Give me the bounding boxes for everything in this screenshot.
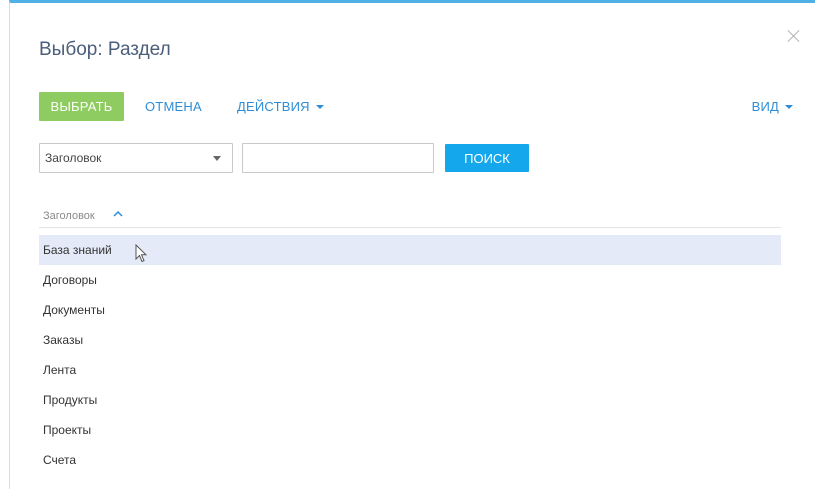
dropdown-arrow-icon <box>213 156 221 161</box>
row-title: Проекты <box>43 423 92 437</box>
grid-rows: База знаний Договоры Документы Заказы Ле… <box>39 235 781 475</box>
dialog-title: Выбор: Раздел <box>39 39 171 60</box>
row-title: Счета <box>43 453 77 467</box>
view-menu-button[interactable]: ВИД <box>752 99 793 114</box>
search-input[interactable] <box>242 143 434 173</box>
table-row[interactable]: Договоры <box>39 265 781 295</box>
column-select-value: Заголовок <box>45 151 102 165</box>
row-title: Лента <box>43 363 77 377</box>
cancel-button[interactable]: ОТМЕНА <box>145 99 202 114</box>
column-header-label: Заголовок <box>43 210 95 222</box>
table-row[interactable]: Продукты <box>39 385 781 415</box>
row-title: Документы <box>43 303 105 317</box>
row-title: Продукты <box>43 393 98 407</box>
results-grid: Заголовок База знаний Договоры Документы… <box>39 205 781 475</box>
table-row[interactable]: Документы <box>39 295 781 325</box>
close-icon[interactable] <box>787 29 801 43</box>
table-row[interactable]: Заказы <box>39 325 781 355</box>
column-header-title[interactable]: Заголовок <box>39 205 781 228</box>
search-filter: Заголовок ПОИСК <box>39 143 559 173</box>
actions-menu-button[interactable]: ДЕЙСТВИЯ <box>237 99 324 114</box>
toolbar: ВЫБРАТЬ ОТМЕНА ДЕЙСТВИЯ ВИД <box>39 91 805 121</box>
table-row[interactable]: Проекты <box>39 415 781 445</box>
row-title: База знаний <box>43 243 112 257</box>
select-button[interactable]: ВЫБРАТЬ <box>39 92 124 121</box>
table-row[interactable]: Счета <box>39 445 781 475</box>
table-row[interactable]: Лента <box>39 355 781 385</box>
table-row[interactable]: База знаний <box>39 235 781 265</box>
column-select[interactable]: Заголовок <box>39 143 233 173</box>
lookup-dialog: Выбор: Раздел ВЫБРАТЬ ОТМЕНА ДЕЙСТВИЯ ВИ… <box>9 0 815 489</box>
actions-label: ДЕЙСТВИЯ <box>237 99 310 114</box>
row-title: Заказы <box>43 333 84 347</box>
sort-ascending-icon <box>113 210 123 217</box>
mouse-pointer-icon <box>135 244 148 263</box>
row-title: Договоры <box>43 273 97 287</box>
caret-down-icon <box>315 105 324 109</box>
caret-down-icon <box>785 105 793 109</box>
search-button[interactable]: ПОИСК <box>445 144 529 172</box>
view-label: ВИД <box>751 99 779 114</box>
